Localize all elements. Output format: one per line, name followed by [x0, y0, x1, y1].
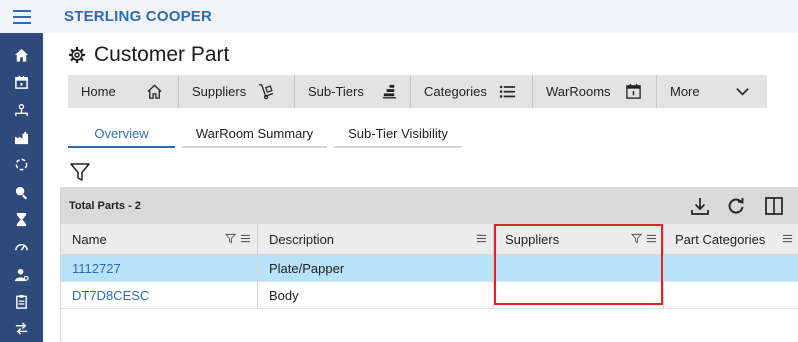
download-button[interactable] [689, 195, 711, 217]
parts-grid: Total Parts - 2 Name Description Supplie… [60, 187, 798, 342]
rail-icon-list [0, 42, 43, 342]
brand-logo[interactable]: STERLING COOPER [64, 8, 212, 25]
column-name-label: Name [72, 232, 107, 247]
hamburger-icon [12, 9, 31, 24]
columns-button[interactable] [763, 195, 785, 217]
column-filter-icon[interactable] [631, 233, 642, 244]
table-row[interactable]: DT7D8CESC Body [61, 282, 798, 309]
column-header-description[interactable]: Description [258, 224, 494, 255]
page-header: Customer Part [68, 42, 229, 68]
column-menu-icon[interactable] [476, 233, 487, 244]
column-header-suppliers[interactable]: Suppliers [494, 224, 664, 255]
download-icon [691, 198, 709, 215]
table-row[interactable]: 1112727 Plate/Papper [61, 255, 798, 282]
menu-button[interactable] [0, 0, 43, 33]
filter-icon [70, 163, 90, 181]
nav-categories[interactable]: Categories [411, 75, 533, 108]
part-name-link[interactable]: 1112727 [72, 261, 121, 276]
part-description: Plate/Papper [269, 261, 345, 276]
nav-categories-label: Categories [424, 84, 487, 99]
rail-factory-button[interactable] [0, 124, 43, 151]
cell-suppliers [494, 282, 664, 309]
rail-gauge-button[interactable] [0, 233, 43, 260]
gauge-icon [15, 244, 28, 251]
org-icon [15, 103, 28, 116]
column-header-name[interactable]: Name [61, 224, 258, 255]
rail-search-user-button[interactable] [0, 178, 43, 205]
refresh-button[interactable] [725, 195, 747, 217]
grid-header: Name Description Suppliers Part Categori… [61, 224, 798, 255]
cell-suppliers [494, 255, 664, 282]
top-bar: STERLING COOPER [43, 0, 798, 33]
calendar-icon [625, 83, 641, 99]
sub-tiers-icon [382, 84, 396, 99]
filter-button[interactable] [68, 160, 92, 184]
grid-toolbar: Total Parts - 2 [61, 187, 798, 224]
cell-part-categories [664, 282, 798, 309]
rail-calendar-button[interactable] [0, 69, 43, 96]
gear-icon [68, 46, 86, 64]
rail-refresh-button[interactable] [0, 151, 43, 178]
column-description-label: Description [269, 232, 335, 247]
list-icon [499, 85, 515, 98]
cell-description: Plate/Papper [258, 255, 494, 282]
nav-more-label: More [670, 84, 700, 99]
column-menu-icon[interactable] [782, 233, 793, 244]
nav-sub-tiers[interactable]: Sub-Tiers [295, 75, 411, 108]
column-header-part-categories[interactable]: Part Categories [664, 224, 798, 255]
nav-more[interactable]: More [657, 75, 767, 108]
column-filter-icon[interactable] [225, 233, 236, 244]
rail-user-settings-button[interactable] [0, 260, 43, 287]
rail-home-button[interactable] [0, 42, 43, 69]
rail-clipboard-button[interactable] [0, 288, 43, 315]
column-menu-icon[interactable] [240, 233, 251, 244]
column-menu-icon[interactable] [646, 233, 657, 244]
cell-name[interactable]: 1112727 [61, 255, 258, 282]
nav-home-label: Home [81, 84, 116, 99]
cell-description: Body [258, 282, 494, 309]
nav-warrooms-label: WarRooms [546, 84, 611, 99]
cell-part-categories [664, 255, 798, 282]
user-settings-icon [14, 268, 29, 281]
rail-hourglass-button[interactable] [0, 206, 43, 233]
column-suppliers-label: Suppliers [505, 232, 560, 247]
nav-warrooms[interactable]: WarRooms [533, 75, 657, 108]
columns-icon [765, 197, 783, 215]
hourglass-icon [16, 212, 27, 226]
nav-home[interactable]: Home [68, 75, 179, 108]
cell-name[interactable]: DT7D8CESC [61, 282, 258, 309]
rail-org-button[interactable] [0, 97, 43, 124]
rail-transfer-button[interactable] [0, 315, 43, 342]
part-description: Body [269, 288, 299, 303]
nav-sub-tiers-label: Sub-Tiers [308, 84, 364, 99]
nav-suppliers-label: Suppliers [192, 84, 247, 99]
clipboard-icon [16, 294, 27, 309]
part-name-link[interactable]: DT7D8CESC [72, 288, 149, 303]
calendar-icon [15, 76, 28, 90]
total-parts-label: Total Parts - 2 [69, 200, 141, 212]
chevron-down-icon [735, 88, 749, 96]
nav-suppliers[interactable]: Suppliers [179, 75, 295, 108]
tab-overview[interactable]: Overview [68, 120, 175, 148]
factory-icon [14, 131, 29, 145]
nav-bar: Home Suppliers Sub-Tiers Categories WarR… [68, 75, 767, 108]
transfer-icon [15, 322, 28, 335]
search-user-icon [15, 186, 28, 200]
page-title: Customer Part [94, 43, 230, 66]
tab-warroom-summary[interactable]: WarRoom Summary [182, 120, 327, 148]
home-icon [147, 84, 162, 99]
tab-sub-tier-visibility[interactable]: Sub-Tier Visibility [334, 120, 462, 148]
home-icon [14, 49, 29, 62]
dolly-icon [259, 84, 274, 100]
refresh-icon [15, 158, 28, 171]
refresh-icon [728, 198, 744, 214]
column-part-categories-label: Part Categories [675, 232, 766, 247]
